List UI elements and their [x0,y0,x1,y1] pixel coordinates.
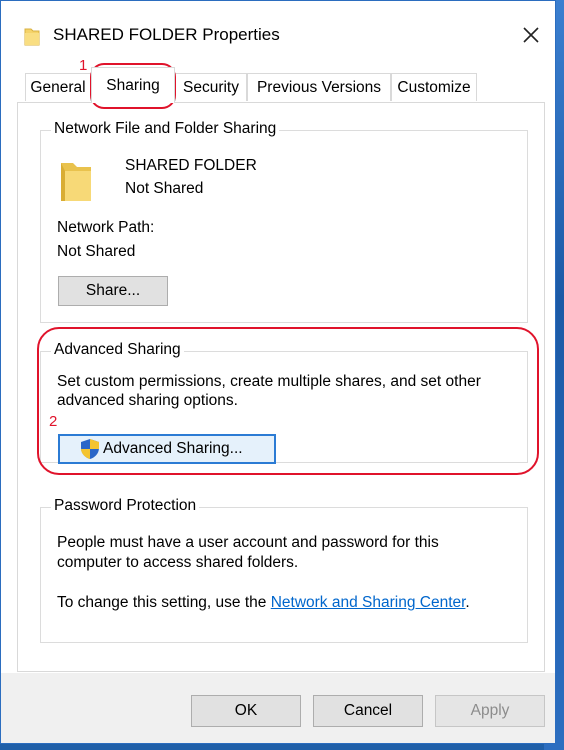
folder-icon [24,28,40,46]
close-button[interactable] [513,19,549,51]
ok-button[interactable]: OK [191,695,301,727]
window-title: SHARED FOLDER Properties [53,25,280,44]
change-setting-text: To change this setting, use the Network … [57,594,470,612]
annotation-highlight-advanced-sharing [37,327,539,475]
ok-button-label: OK [234,702,258,719]
folder-status: Not Shared [125,180,204,197]
password-description-2: computer to access shared folders. [57,554,299,571]
password-protection-group: Password Protection People must have a u… [40,497,528,643]
tab-strip: General Sharing Security Previous Versio… [17,67,547,103]
annotation-step-2: 2 [49,413,58,430]
network-path-value: Not Shared [57,243,136,260]
annotation-step-1: 1 [79,57,88,74]
tab-label: Previous Versions [256,78,382,96]
change-setting-suffix: . [465,594,470,611]
tab-label: Customize [397,78,471,96]
network-sharing-center-link[interactable]: Network and Sharing Center [271,594,466,611]
change-setting-prefix: To change this setting, use the [57,594,267,611]
network-sharing-group: Network File and Folder Sharing SHARED F… [40,120,528,323]
share-button-label: Share... [85,282,141,299]
close-icon [523,27,539,43]
cancel-button[interactable]: Cancel [313,695,423,727]
apply-button-label: Apply [470,702,510,719]
tab-previous-versions[interactable]: Previous Versions [247,73,391,101]
tab-label: General [30,78,86,96]
cancel-button-label: Cancel [343,702,393,719]
group-label: Password Protection [51,497,200,515]
dialog-footer: OK Cancel Apply [1,673,555,743]
properties-dialog: SHARED FOLDER Properties General Sharing… [0,0,556,744]
password-description-1: People must have a user account and pass… [57,534,439,551]
tab-security[interactable]: Security [175,73,247,101]
tab-label: Security [183,78,239,96]
share-button[interactable]: Share... [58,276,168,306]
tab-sharing[interactable]: Sharing [91,67,175,103]
network-path-label: Network Path: [57,219,155,236]
tab-customize[interactable]: Customize [391,73,477,101]
tab-general[interactable]: General [25,73,91,101]
apply-button[interactable]: Apply [435,695,545,727]
folder-icon [61,163,91,201]
folder-name: SHARED FOLDER [125,157,257,174]
group-label: Network File and Folder Sharing [51,120,280,138]
tab-label: Sharing [106,76,160,94]
